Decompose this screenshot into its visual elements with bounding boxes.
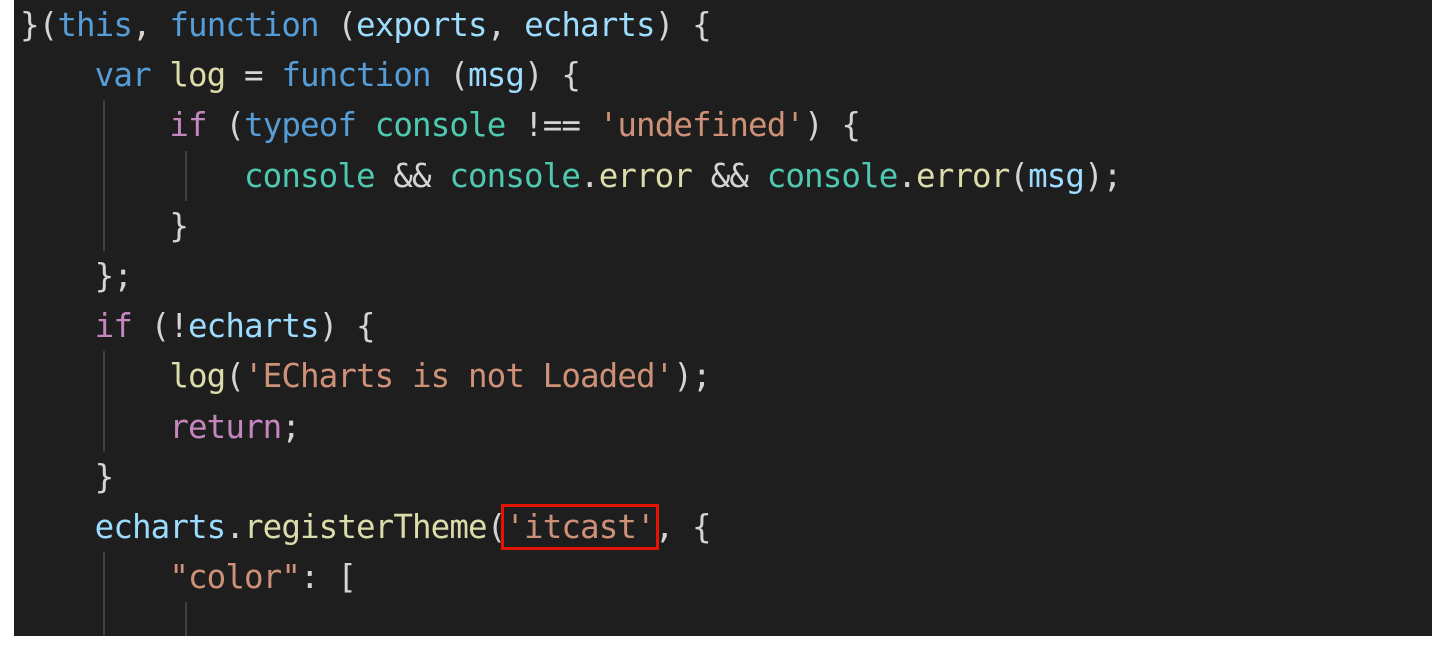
code-line[interactable]: if (!echarts) { (14, 301, 1121, 351)
code-line[interactable] (14, 602, 1121, 636)
code-token: ( (486, 507, 507, 546)
code-token: echarts (188, 307, 320, 346)
code-token: if (94, 307, 133, 346)
code-token: msg (468, 56, 525, 95)
code-token: error (598, 156, 693, 195)
code-token: var (94, 56, 152, 95)
code-token: console (449, 156, 581, 195)
code-token: error (916, 156, 1010, 195)
code-line[interactable]: echarts.registerTheme('itcast', { (14, 502, 1121, 552)
code-token: console (374, 106, 507, 145)
code-token: echarts (94, 507, 227, 546)
indent-guide (102, 100, 105, 151)
code-token: = (225, 56, 282, 95)
code-token: && (374, 156, 450, 195)
code-line[interactable]: }(this, function (exports, echarts) { (14, 0, 1121, 50)
indent-guide (185, 602, 187, 636)
code-token: exports (356, 6, 488, 44)
code-token: ); (1084, 156, 1122, 195)
code-token: ; (281, 407, 301, 446)
code-token: log (169, 56, 226, 95)
code-token: (! (132, 307, 189, 346)
indent-guide (185, 150, 187, 201)
code-token: console (244, 156, 376, 195)
code-token: . (225, 507, 245, 546)
code-token: typeof (244, 106, 357, 145)
code-token: ) { (524, 56, 581, 95)
code-token: , (486, 6, 525, 44)
code-token: , (132, 6, 170, 44)
code-line[interactable]: if (typeof console !== 'undefined') { (14, 100, 1121, 151)
code-token: if (169, 106, 207, 145)
code-token: 'ECharts is not Loaded' (244, 357, 674, 396)
code-token: ( (206, 106, 245, 145)
code-token: console (766, 156, 899, 195)
indent-guide (102, 200, 105, 251)
code-line[interactable]: var log = function (msg) { (14, 50, 1121, 100)
code-token: : [ (300, 558, 357, 597)
code-line[interactable]: } (14, 200, 1121, 251)
code-token: ) { (804, 106, 861, 145)
indent-guide (102, 150, 105, 201)
code-token: ( (318, 6, 357, 44)
code-line[interactable]: log('ECharts is not Loaded'); (14, 351, 1121, 402)
code-token: function (169, 6, 319, 44)
code-line[interactable]: "color": [ (14, 552, 1121, 603)
code-token: . (897, 156, 917, 195)
code-token: return (169, 407, 282, 446)
indent-guide (102, 552, 105, 603)
code-token: function (281, 56, 431, 95)
code-line[interactable]: } (14, 452, 1121, 502)
indent-guide (102, 401, 105, 452)
code-token: echarts (524, 6, 656, 44)
code-token: } (20, 457, 115, 496)
code-token: ( (430, 56, 469, 95)
code-token: ) { (318, 307, 376, 346)
code-token: msg (1028, 156, 1085, 195)
code-token: registerTheme (244, 507, 488, 546)
code-token: ); (673, 357, 711, 396)
code-token: 'undefined' (598, 106, 805, 145)
code-token: }( (20, 6, 58, 44)
code-token: ) { (654, 6, 712, 44)
code-token: ( (225, 357, 245, 396)
code-token: log (169, 357, 226, 396)
code-editor[interactable]: }(this, function (exports, echarts) { va… (14, 0, 1432, 636)
code-line[interactable]: return; (14, 401, 1121, 452)
code-line[interactable]: console && console.error && console.erro… (14, 150, 1122, 201)
code-token: . (580, 156, 600, 195)
code-token: }; (20, 256, 133, 295)
code-line[interactable]: }; (14, 251, 1121, 301)
code-token: "color" (169, 558, 301, 597)
code-area[interactable]: }(this, function (exports, echarts) { va… (14, 0, 1122, 636)
code-token: ( (1009, 156, 1029, 195)
code-token: this (57, 6, 133, 44)
indent-guide (102, 602, 105, 636)
code-token: !== (505, 106, 599, 145)
indent-guide (102, 351, 105, 402)
code-token: , { (654, 507, 712, 546)
highlighted-string-token: 'itcast' (501, 503, 659, 550)
code-token: && (692, 156, 767, 195)
